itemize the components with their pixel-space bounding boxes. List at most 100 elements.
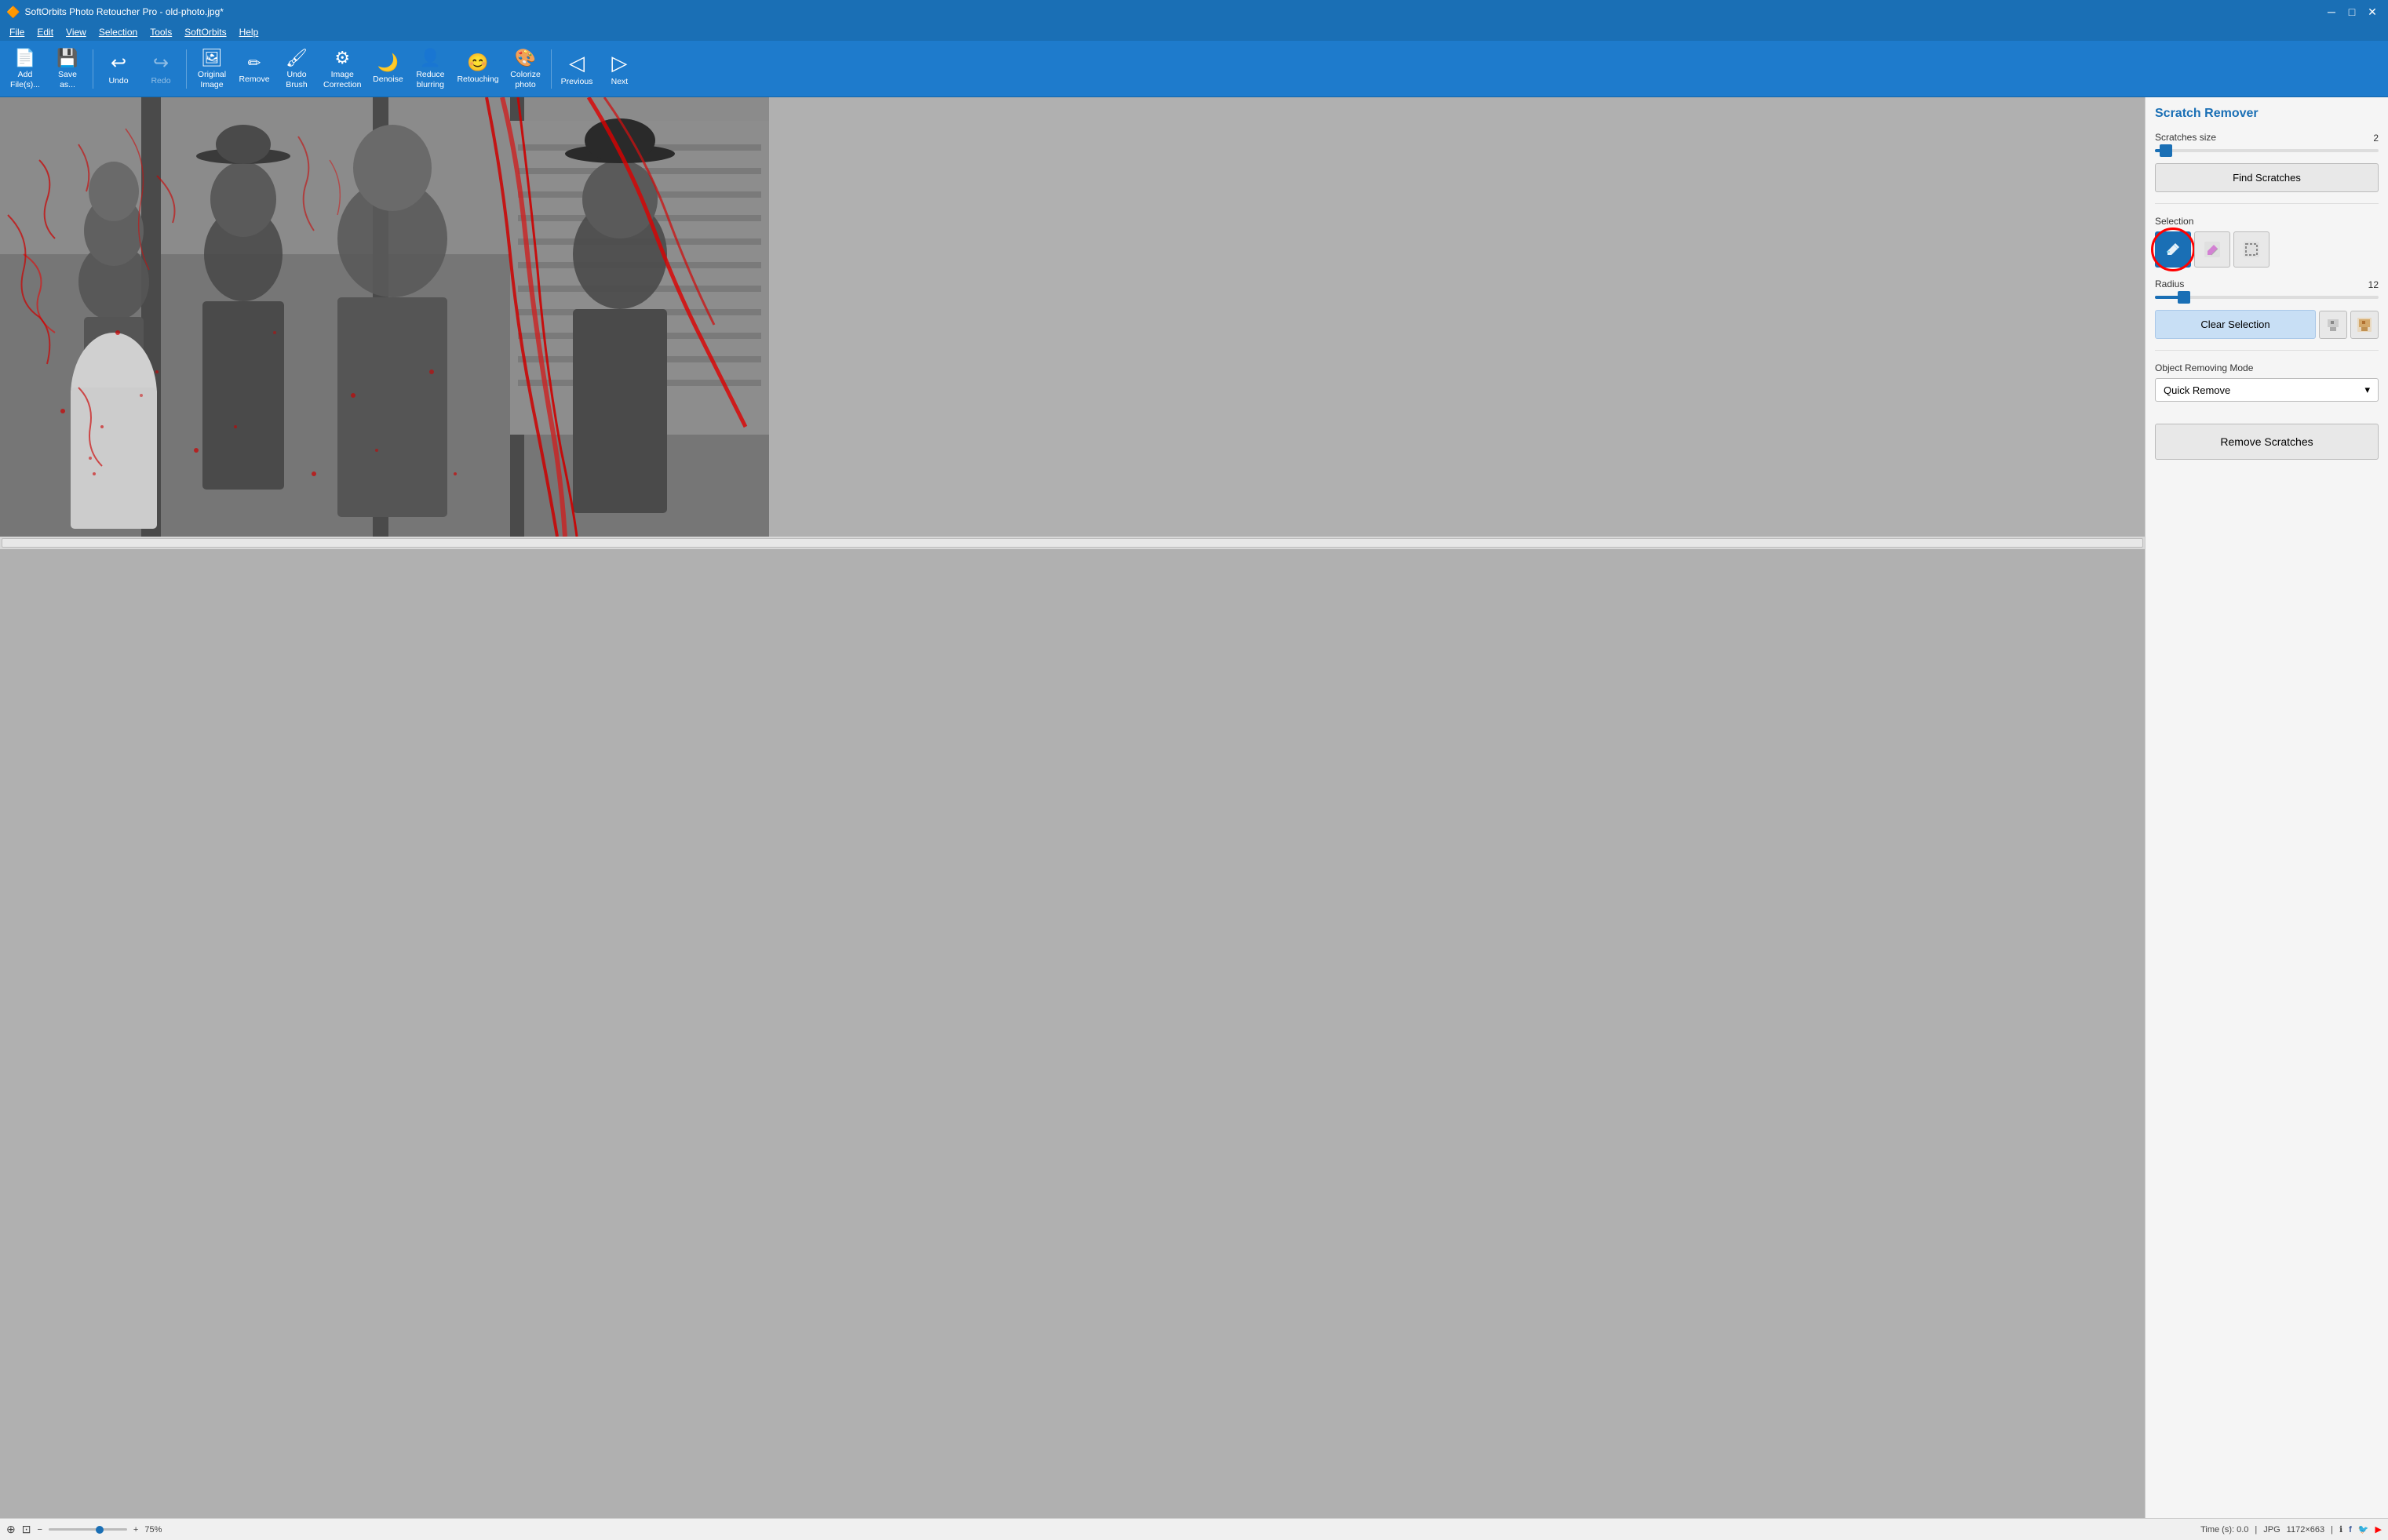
pencil-tool-button[interactable]: [2155, 231, 2191, 268]
dropdown-selected-value: Quick Remove: [2164, 384, 2230, 396]
radius-label: Radius: [2155, 279, 2184, 289]
eraser-tool-button[interactable]: [2194, 231, 2230, 268]
info-icon[interactable]: ℹ: [2339, 1524, 2342, 1535]
menu-file[interactable]: File: [3, 25, 31, 39]
toolbar: 📄 AddFile(s)... 💾 Saveas... ↩ Undo ↪ Red…: [0, 41, 2388, 97]
clear-selection-button[interactable]: Clear Selection: [2155, 310, 2316, 339]
remove-scratches-button[interactable]: Remove Scratches: [2155, 424, 2379, 460]
zoom-out-label: −: [37, 1525, 42, 1535]
menu-softorbits[interactable]: SoftOrbits: [178, 25, 232, 39]
undo-brush-button[interactable]: 🖌 UndoBrush: [276, 44, 317, 94]
undo-icon: ↩: [111, 52, 126, 75]
radius-track[interactable]: [2155, 296, 2379, 299]
colorize-photo-label: Colorizephoto: [510, 70, 541, 89]
window-title: SoftOrbits Photo Retoucher Pro - old-pho…: [24, 6, 223, 17]
menu-edit[interactable]: Edit: [31, 25, 60, 39]
retouching-button[interactable]: 😊 Retouching: [452, 44, 503, 94]
rect-select-tool-button[interactable]: [2233, 231, 2270, 268]
image-correction-label: ImageCorrection: [323, 70, 361, 89]
app-icon: 🔶: [6, 5, 20, 19]
next-icon: ▷: [611, 51, 627, 75]
photo-svg: [0, 97, 769, 537]
action-row: Clear Selection: [2155, 310, 2379, 339]
colorize-photo-icon: 🎨: [515, 48, 536, 68]
zoom-slider-thumb[interactable]: [96, 1526, 104, 1534]
original-image-button[interactable]: 🖼 OriginalImage: [191, 44, 232, 94]
dropdown-arrow-icon: ▾: [2364, 384, 2370, 396]
zoom-in-icon[interactable]: ⊕: [6, 1523, 16, 1536]
image-dimensions-label: 1172×663: [2287, 1525, 2324, 1535]
image-correction-button[interactable]: ⚙ ImageCorrection: [319, 44, 366, 94]
save-selection-button[interactable]: [2319, 311, 2347, 339]
save-selection-icon: [2325, 317, 2341, 333]
scratches-size-value: 2: [2357, 133, 2379, 144]
window-controls: ─ □ ✕: [2322, 2, 2382, 21]
undo-brush-icon: 🖌: [286, 48, 308, 68]
radius-thumb[interactable]: [2178, 291, 2190, 304]
redo-label: Redo: [151, 76, 170, 86]
selection-label: Selection: [2155, 216, 2193, 227]
image-correction-icon: ⚙: [334, 48, 350, 68]
denoise-button[interactable]: 🌙 Denoise: [367, 44, 408, 94]
load-selection-button[interactable]: [2350, 311, 2379, 339]
reduce-blurring-button[interactable]: 👤 Reduceblurring: [410, 44, 450, 94]
menu-tools[interactable]: Tools: [144, 25, 178, 39]
zoom-in-label: +: [133, 1525, 138, 1535]
undo-label: Undo: [108, 76, 128, 86]
colorize-photo-button[interactable]: 🎨 Colorizephoto: [505, 44, 546, 94]
pencil-icon: [2164, 240, 2182, 259]
retouching-icon: 😊: [467, 53, 488, 73]
menu-help[interactable]: Help: [233, 25, 265, 39]
scratches-size-track[interactable]: [2155, 149, 2379, 152]
scroll-track[interactable]: [2, 538, 2143, 548]
original-image-label: OriginalImage: [198, 70, 226, 89]
menu-bar: File Edit View Selection Tools SoftOrbit…: [0, 24, 2388, 41]
panel-title: Scratch Remover: [2155, 107, 2379, 121]
previous-label: Previous: [561, 77, 593, 87]
scratches-size-slider-row: [2155, 149, 2379, 152]
menu-view[interactable]: View: [60, 25, 93, 39]
right-panel: Scratch Remover Scratches size 2 Find Sc…: [2145, 97, 2388, 1518]
save-as-icon: 💾: [57, 48, 78, 68]
redo-button[interactable]: ↪ Redo: [140, 44, 181, 94]
load-selection-icon: [2357, 317, 2372, 333]
remove-button[interactable]: ✏ Remove: [234, 44, 275, 94]
twitter-share-icon[interactable]: 🐦: [2358, 1524, 2369, 1535]
close-button[interactable]: ✕: [2363, 2, 2382, 21]
redo-icon: ↪: [153, 52, 169, 75]
canvas-area[interactable]: [0, 97, 2145, 1518]
minimize-button[interactable]: ─: [2322, 2, 2341, 21]
radius-slider-row: [2155, 296, 2379, 299]
zoom-slider-track[interactable]: [49, 1528, 127, 1531]
next-button[interactable]: ▷ Next: [599, 44, 640, 94]
title-bar: 🔶 SoftOrbits Photo Retoucher Pro - old-p…: [0, 0, 2388, 24]
next-label: Next: [611, 77, 629, 87]
status-separator-1: |: [2255, 1525, 2257, 1535]
maximize-button[interactable]: □: [2342, 2, 2361, 21]
radius-section: Radius 12: [2155, 279, 2379, 302]
radius-value: 12: [2357, 279, 2379, 290]
previous-button[interactable]: ◁ Previous: [556, 44, 598, 94]
add-files-icon: 📄: [14, 48, 35, 68]
object-removing-mode-section: Object Removing Mode Quick Remove ▾: [2155, 362, 2379, 402]
facebook-share-icon[interactable]: f: [2349, 1525, 2352, 1535]
object-removing-mode-dropdown[interactable]: Quick Remove ▾: [2155, 378, 2379, 402]
prev-next-group: ◁ Previous ▷ Next: [556, 44, 640, 94]
save-as-button[interactable]: 💾 Saveas...: [47, 44, 88, 94]
spacer: [2155, 410, 2379, 416]
save-as-label: Saveas...: [58, 70, 77, 89]
menu-selection[interactable]: Selection: [93, 25, 144, 39]
youtube-share-icon[interactable]: ▶: [2375, 1524, 2382, 1535]
undo-button[interactable]: ↩ Undo: [98, 44, 139, 94]
find-scratches-button[interactable]: Find Scratches: [2155, 163, 2379, 192]
add-files-button[interactable]: 📄 AddFile(s)...: [5, 44, 46, 94]
time-label: Time (s): 0.0: [2200, 1525, 2248, 1535]
main-area: Scratch Remover Scratches size 2 Find Sc…: [0, 97, 2388, 1518]
selection-section: Selection: [2155, 215, 2379, 271]
toolbar-separator-3: [551, 49, 552, 89]
scratches-size-thumb[interactable]: [2160, 144, 2172, 157]
object-removing-mode-label: Object Removing Mode: [2155, 362, 2253, 373]
horizontal-scrollbar[interactable]: [0, 537, 2145, 549]
original-image-icon: 🖼: [201, 48, 223, 68]
fit-to-screen-icon[interactable]: ⊡: [22, 1523, 31, 1536]
